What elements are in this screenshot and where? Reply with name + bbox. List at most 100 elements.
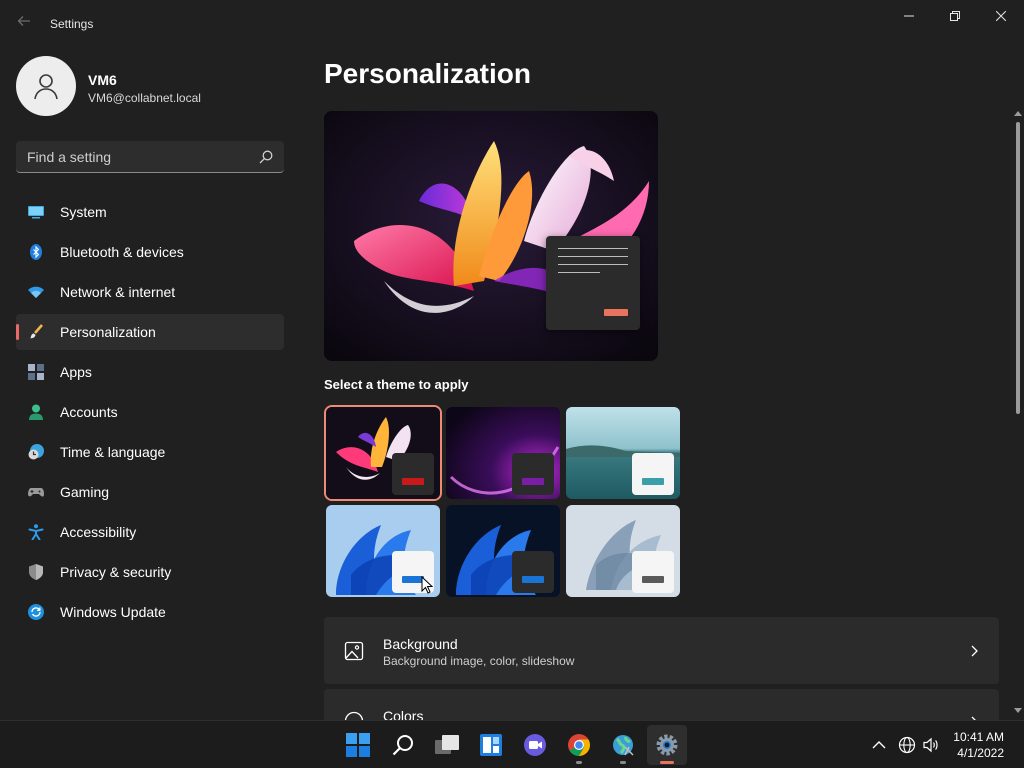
taskbar-search-button[interactable] <box>383 725 423 765</box>
sidebar-item-label: Gaming <box>60 484 110 500</box>
preview-text-line <box>558 264 628 265</box>
apps-icon <box>28 364 44 380</box>
close-button[interactable] <box>978 0 1024 32</box>
taskbar-task-view-button[interactable] <box>427 725 467 765</box>
restore-icon <box>950 11 960 21</box>
theme-window-badge <box>632 551 674 593</box>
user-email: VM6@collabnet.local <box>88 91 201 105</box>
scroll-up-icon[interactable] <box>1014 110 1022 118</box>
speaker-icon[interactable] <box>922 736 940 754</box>
page-title: Personalization <box>324 58 531 89</box>
clock-globe-icon <box>28 444 44 460</box>
gamepad-icon <box>28 488 44 497</box>
sidebar-item-network[interactable]: Network & internet <box>16 274 284 310</box>
sidebar-item-system[interactable]: System <box>16 194 284 230</box>
clock-date[interactable]: 4/1/2022 <box>957 746 1004 760</box>
theme-preview <box>324 111 658 361</box>
preview-accent-button <box>604 309 628 316</box>
accounts-icon <box>29 404 43 420</box>
sidebar-item-apps[interactable]: Apps <box>16 354 284 390</box>
restore-button[interactable] <box>932 0 978 32</box>
themes-section-label: Select a theme to apply <box>324 377 469 392</box>
card-subtitle: Background image, color, slideshow <box>383 654 575 668</box>
preview-text-line <box>558 272 600 273</box>
scrollbar-thumb[interactable] <box>1016 122 1020 414</box>
theme-tile-bloom-dark[interactable] <box>446 505 560 597</box>
search-icon[interactable] <box>258 149 274 165</box>
preview-text-line <box>558 248 628 249</box>
background-setting-card[interactable]: Background Background image, color, slid… <box>324 617 999 684</box>
minimize-icon <box>904 15 914 17</box>
sidebar-item-label: Privacy & security <box>60 564 172 580</box>
theme-window-badge <box>392 453 434 495</box>
minimize-button[interactable] <box>886 0 932 32</box>
preview-text-line <box>558 256 628 257</box>
task-view-icon <box>435 735 459 754</box>
sidebar-item-time-language[interactable]: Time & language <box>16 434 284 470</box>
search-icon <box>392 735 413 756</box>
chevron-up-icon[interactable] <box>870 736 888 754</box>
chevron-right-icon <box>971 645 978 657</box>
sidebar-item-label: System <box>60 204 107 220</box>
running-indicator <box>576 761 582 764</box>
network-globe-icon[interactable] <box>898 736 916 754</box>
theme-tile-captured-motion[interactable] <box>566 505 680 597</box>
sidebar-item-accounts[interactable]: Accounts <box>16 394 284 430</box>
app-title: Settings <box>50 17 94 31</box>
theme-accent-bar <box>402 478 424 485</box>
colors-setting-card[interactable]: Colors <box>324 689 999 720</box>
sidebar-item-label: Time & language <box>60 444 166 460</box>
card-title: Background <box>383 636 458 652</box>
theme-tile-glow-dark[interactable] <box>326 407 440 499</box>
taskbar-chrome-button[interactable] <box>559 725 599 765</box>
windows-logo-icon <box>346 733 370 757</box>
search-placeholder: Find a setting <box>27 149 112 165</box>
widgets-icon <box>480 734 502 756</box>
brush-icon <box>30 324 43 339</box>
image-icon <box>344 641 364 661</box>
sidebar-item-label: Accessibility <box>60 524 137 540</box>
theme-accent-bar <box>522 576 544 583</box>
sidebar-item-privacy-security[interactable]: Privacy & security <box>16 554 284 590</box>
sidebar-item-bluetooth[interactable]: Bluetooth & devices <box>16 234 284 270</box>
taskbar-start-button[interactable] <box>338 725 378 765</box>
vertical-scrollbar[interactable] <box>1012 108 1024 720</box>
user-profile[interactable]: VM6 VM6@collabnet.local <box>16 56 286 118</box>
shield-icon <box>29 564 43 580</box>
wifi-icon <box>28 286 44 298</box>
person-icon <box>34 74 58 100</box>
user-name: VM6 <box>88 72 117 88</box>
sidebar-item-gaming[interactable]: Gaming <box>16 474 284 510</box>
taskbar-widgets-button[interactable] <box>471 725 511 765</box>
taskbar-chat-button[interactable] <box>515 725 555 765</box>
sidebar-item-label: Apps <box>60 364 92 380</box>
back-arrow-icon[interactable] <box>14 14 34 34</box>
teams-chat-icon <box>524 734 546 756</box>
close-icon <box>996 11 1006 21</box>
card-title: Colors <box>383 708 424 720</box>
update-icon <box>28 604 44 620</box>
title-bar: Settings <box>0 0 1024 48</box>
search-input[interactable]: Find a setting <box>16 141 284 173</box>
taskbar-network-app-button[interactable] <box>603 725 643 765</box>
sidebar-nav: System Bluetooth & devices Network & int… <box>16 194 284 634</box>
theme-tile-purple-flow[interactable] <box>446 407 560 499</box>
sidebar-item-personalization[interactable]: Personalization <box>16 314 284 350</box>
chrome-icon <box>568 734 590 756</box>
sidebar-item-windows-update[interactable]: Windows Update <box>16 594 284 630</box>
running-indicator <box>660 761 674 764</box>
theme-accent-bar <box>642 576 664 583</box>
scroll-down-icon[interactable] <box>1014 706 1022 714</box>
preview-window-sample <box>546 236 640 330</box>
taskbar-settings-button[interactable] <box>647 725 687 765</box>
accessibility-icon <box>28 524 44 540</box>
theme-tile-lake[interactable] <box>566 407 680 499</box>
theme-window-badge <box>632 453 674 495</box>
system-icon <box>28 206 44 219</box>
avatar[interactable] <box>16 56 76 116</box>
clock-time[interactable]: 10:41 AM <box>953 730 1004 744</box>
theme-accent-bar <box>642 478 664 485</box>
theme-window-badge <box>512 453 554 495</box>
sidebar-item-accessibility[interactable]: Accessibility <box>16 514 284 550</box>
running-indicator <box>620 761 626 764</box>
